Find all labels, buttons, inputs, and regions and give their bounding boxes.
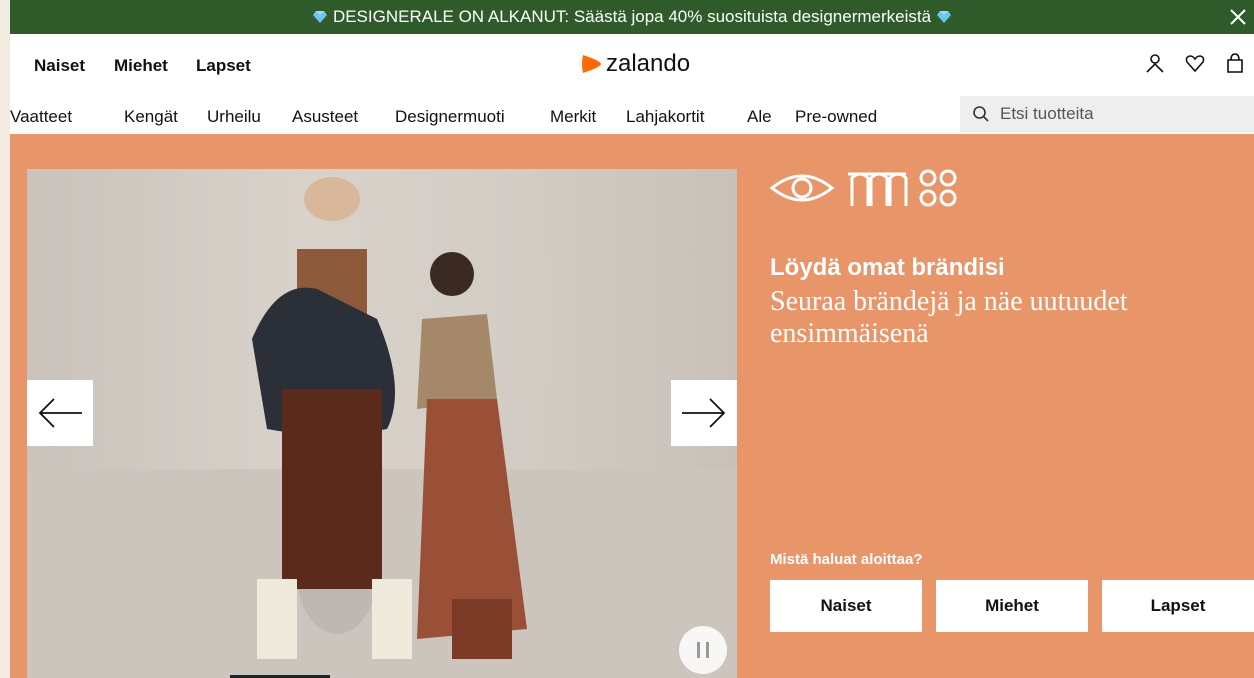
- search-icon: [973, 106, 989, 122]
- nav-item-designermuoti[interactable]: Designermuoti: [395, 107, 505, 127]
- carousel-pause-button[interactable]: [679, 626, 727, 674]
- nav-item-vaatteet[interactable]: Vaatteet: [10, 107, 72, 127]
- heart-icon[interactable]: [1184, 52, 1206, 74]
- bag-icon[interactable]: [1224, 52, 1246, 74]
- user-icon[interactable]: [1144, 52, 1166, 74]
- carousel-next-button[interactable]: [671, 380, 737, 446]
- pause-icon: [697, 642, 700, 658]
- search-box[interactable]: [960, 96, 1254, 132]
- hero-button-miehet[interactable]: Miehet: [936, 580, 1088, 632]
- diamond-icon: [312, 11, 327, 23]
- search-input[interactable]: [998, 103, 1242, 125]
- promo-text: DESIGNERALE ON ALKANUT: Säästä jopa 40% …: [332, 7, 932, 26]
- hero-title: Löydä omat brändisi: [770, 254, 1005, 281]
- nav-item-lahjakortit[interactable]: Lahjakortit: [626, 107, 704, 127]
- nav-item-kengat[interactable]: Kengät: [124, 107, 178, 127]
- nav-item-merkit[interactable]: Merkit: [550, 107, 596, 127]
- carousel-prev-button[interactable]: [27, 380, 93, 446]
- diamond-icon: [937, 11, 952, 23]
- hero-question: Mistä haluat aloittaa?: [770, 551, 923, 568]
- hero-image[interactable]: [27, 169, 737, 678]
- category-nav: Vaatteet Kengät Urheilu Asusteet Designe…: [10, 96, 1254, 134]
- nav-item-ale[interactable]: Ale: [747, 107, 772, 127]
- nav-item-pre-owned[interactable]: Pre-owned: [795, 107, 877, 127]
- nav-item-urheilu[interactable]: Urheilu: [207, 107, 261, 127]
- arrow-left-icon: [38, 398, 82, 428]
- zalando-logo[interactable]: zalando: [580, 50, 690, 78]
- page: DESIGNERALE ON ALKANUT: Säästä jopa 40% …: [10, 0, 1254, 678]
- header-icons: [1144, 52, 1246, 74]
- eye-icon: [770, 174, 835, 202]
- hanger-rail-icon: [848, 172, 908, 206]
- circles-grid-icon: [919, 169, 957, 207]
- top-header: Naiset Miehet Lapset zalando: [10, 34, 1254, 96]
- gender-link-miehet[interactable]: Miehet: [114, 56, 168, 76]
- promo-banner[interactable]: DESIGNERALE ON ALKANUT: Säästä jopa 40% …: [10, 0, 1254, 34]
- logo-text: zalando: [606, 50, 691, 77]
- arrow-right-icon: [682, 398, 726, 428]
- gender-link-lapset[interactable]: Lapset: [196, 56, 251, 76]
- pause-icon: [706, 642, 709, 658]
- hero-section: Löydä omat brändisi Seuraa brändejä ja n…: [10, 134, 1254, 678]
- hero-image-figures: [252, 177, 527, 659]
- close-icon[interactable]: [1228, 7, 1248, 27]
- nav-item-asusteet[interactable]: Asusteet: [292, 107, 358, 127]
- gender-link-naiset[interactable]: Naiset: [34, 56, 85, 76]
- hero-button-lapset[interactable]: Lapset: [1102, 580, 1254, 632]
- hero-subtitle: Seuraa brändejä ja näe uutuudet ensimmäi…: [770, 286, 1128, 349]
- hero-button-naiset[interactable]: Naiset: [770, 580, 922, 632]
- zalando-logo-icon: [582, 55, 601, 73]
- brand-follow-icons: [770, 169, 957, 207]
